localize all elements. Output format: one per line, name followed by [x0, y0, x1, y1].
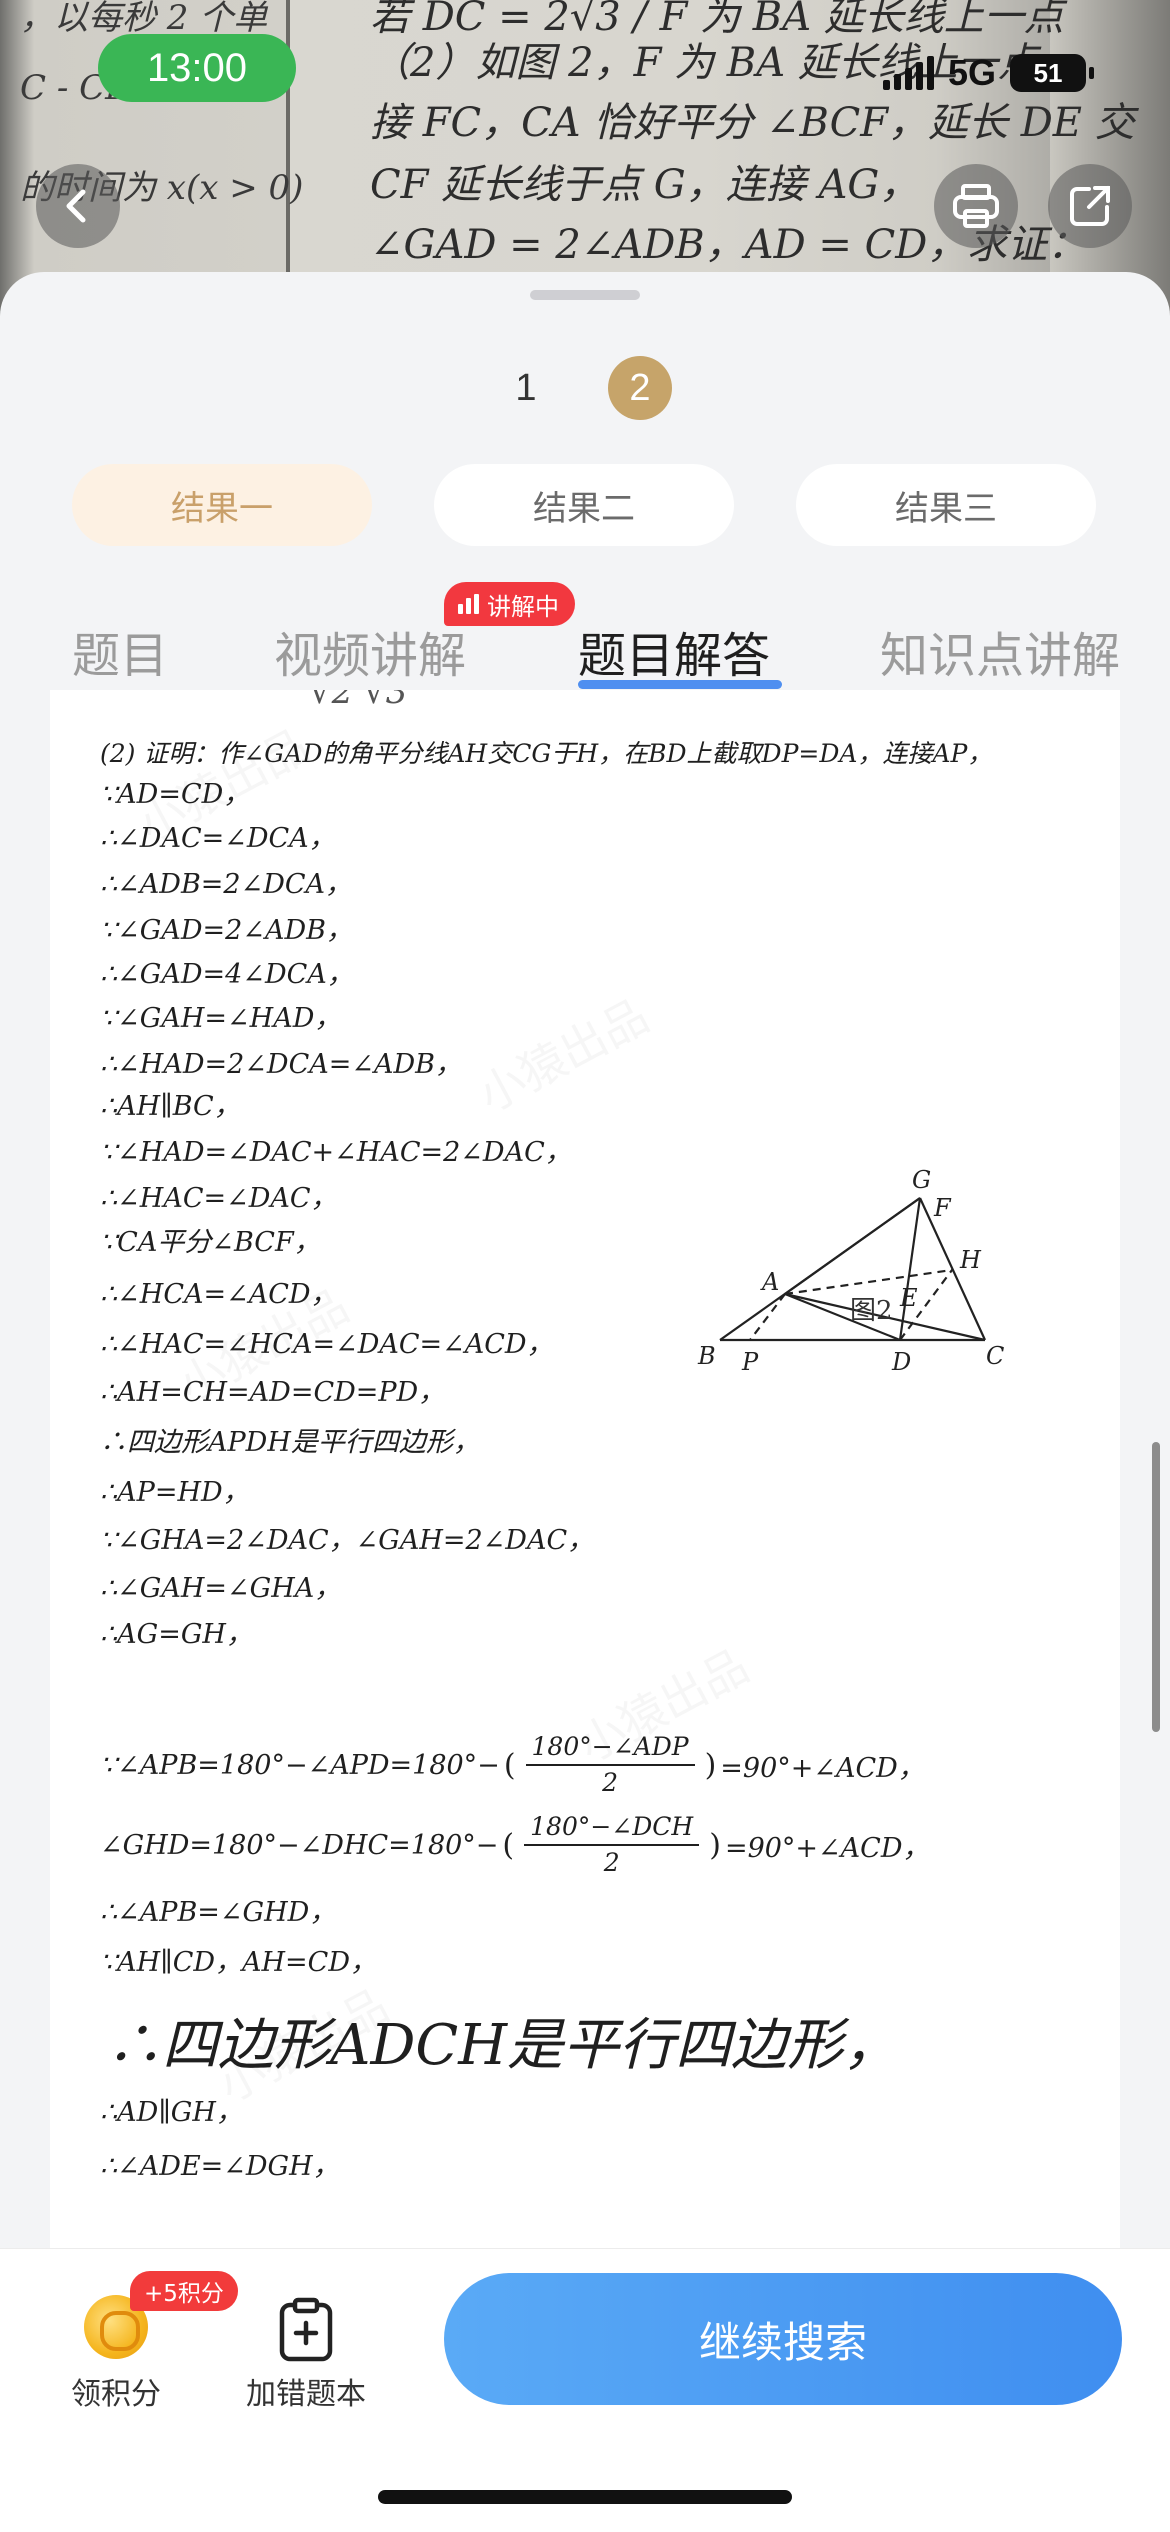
fraction-1: 180°−∠ADP 2: [525, 1730, 695, 1800]
proof-line: ∵CA平分∠BCF，: [100, 1227, 321, 1258]
point-label-d: D: [891, 1348, 911, 1376]
tab-knowledge-points[interactable]: 知识点讲解: [880, 616, 1120, 686]
proof-line: ∴AP=HD，: [100, 1477, 250, 1508]
proof-line: ∵AH∥CD，AH=CD，: [100, 1947, 377, 1978]
share-icon: [1070, 186, 1110, 226]
add-to-mistakes-button[interactable]: 加错题本: [216, 2369, 396, 2413]
point-label-a: A: [760, 1268, 779, 1296]
status-time: 13:00: [98, 34, 296, 102]
proof-line: ∴AH∥BC，: [100, 1091, 241, 1122]
point-label-c: C: [986, 1342, 1004, 1370]
tab-question[interactable]: 题目: [72, 616, 168, 686]
page-indicator: 1 2: [0, 356, 1170, 420]
tab-video-explanation[interactable]: 视频讲解: [274, 616, 466, 686]
proof-line: ∴∠HCA=∠ACD，: [100, 1279, 338, 1310]
print-button[interactable]: [934, 164, 1018, 248]
chevron-left-icon: [66, 189, 86, 223]
result-switcher: 结果一 结果二 结果三: [72, 464, 1096, 546]
geometry-figure: G F H A E B P D C: [697, 1166, 1004, 1376]
proof-line: ∵AD=CD，: [100, 779, 251, 810]
scrollbar[interactable]: [1152, 1442, 1160, 1732]
proof-line: ∴∠GAH=∠GHA，: [100, 1573, 342, 1604]
points-badge: +5积分: [130, 2271, 238, 2311]
proof-line: ∴AG=GH，: [100, 1619, 253, 1650]
proof-line-highlighted: ∴四边形ADCH是平行四边形，: [106, 2013, 900, 2078]
fraction-2-numerator: 180°−∠DCH: [524, 1810, 700, 1846]
claim-points-button[interactable]: 领积分: [26, 2369, 206, 2413]
proof-line: ∴四边形APDH是平行四边形，: [100, 1427, 480, 1458]
proof-line: ∴∠DAC=∠DCA，: [100, 823, 336, 854]
content-tabs: 讲解中 题目 视频讲解 题目解答 知识点讲解: [0, 582, 1170, 692]
live-bars-icon: [458, 594, 479, 614]
fraction-2-denominator: 2: [603, 1848, 620, 1877]
sheet-grabber[interactable]: [530, 290, 640, 300]
back-button[interactable]: [36, 164, 120, 248]
battery-icon: 51: [1010, 54, 1094, 92]
live-badge-label: 讲解中: [487, 592, 559, 621]
proof-line: ∴AD∥GH，: [100, 2097, 243, 2128]
proof-line: ∴AH=CH=AD=CD=PD，: [100, 1377, 446, 1408]
fraction-1-numerator: 180°−∠ADP: [525, 1730, 695, 1766]
point-label-p: P: [741, 1348, 759, 1376]
share-button[interactable]: [1048, 164, 1132, 248]
proof-line: ∴∠HAD=2∠DCA=∠ADB，: [100, 1049, 462, 1080]
proof-line: ∴∠ADB=2∠DCA，: [100, 869, 353, 900]
proof-line: ∵∠HAD=∠DAC+∠HAC=2∠DAC，: [100, 1137, 572, 1168]
fraction-2-suffix: =90°+∠ACD，: [724, 1832, 930, 1864]
result-1-button[interactable]: 结果一: [72, 464, 372, 546]
fraction-1-suffix: =90°+∠ACD，: [720, 1752, 925, 1784]
paren-open: (: [503, 1747, 516, 1783]
signal-icon: [882, 56, 934, 90]
paren-close: ): [704, 1747, 717, 1783]
proof-line-fraction-2: ∠GHD=180°−∠DHC=180°− ( 180°−∠DCH 2 ) =90…: [100, 1810, 929, 1880]
proof-line: ∴∠HAC=∠HCA=∠DAC=∠ACD，: [100, 1329, 554, 1360]
result-3-button[interactable]: 结果三: [796, 464, 1096, 546]
proof-line: ∵∠GHA=2∠DAC，∠GAH=2∠DAC，: [100, 1525, 595, 1556]
partial-formula: √2 √3: [310, 690, 408, 712]
page-2-button[interactable]: 2: [608, 356, 672, 420]
proof-line: ∴∠APB=∠GHD，: [100, 1897, 337, 1928]
point-label-b: B: [697, 1342, 716, 1370]
point-label-h: H: [959, 1246, 982, 1274]
figure-caption: 图2: [850, 1296, 893, 1326]
clipboard-add-icon[interactable]: [278, 2297, 334, 2363]
page-1-button[interactable]: 1: [494, 356, 558, 420]
fraction-1-prefix: ∵∠APB=180°−∠APD=180°−: [100, 1749, 500, 1781]
answer-content[interactable]: 小猿出品 小猿出品 小猿出品 小猿出品 小猿出品 √2 √3 (2) 证明：作∠…: [50, 690, 1120, 2250]
network-type: 5G: [947, 52, 996, 93]
fraction-2: 180°−∠DCH 2: [524, 1810, 700, 1880]
continue-search-button[interactable]: 继续搜索: [444, 2273, 1122, 2405]
proof-line: ∴∠GAD=4∠DCA，: [100, 959, 354, 990]
photo-text-line: 接 FC，CA 恰好平分 ∠BCF，延长 DE 交: [370, 100, 1135, 146]
proof-line: ∵∠GAD=2∠ADB，: [100, 915, 353, 946]
home-indicator[interactable]: [378, 2490, 792, 2504]
printer-icon: [953, 184, 999, 228]
proof-line: ∴∠HAC=∠DAC，: [100, 1183, 338, 1214]
point-label-f: F: [933, 1194, 952, 1222]
proof-line: ∴∠ADE=∠DGH，: [100, 2151, 340, 2182]
active-tab-indicator: [578, 680, 782, 689]
status-indicators: 5G 51: [882, 52, 1094, 94]
watermark: 小猿出品: [465, 981, 658, 1126]
point-label-e: E: [899, 1284, 918, 1312]
photo-text-line: CF 延长线于点 G，连接 AG，: [370, 162, 920, 208]
result-sheet: 1 2 结果一 结果二 结果三 讲解中 题目 视频讲解 题目解答 知识点讲解 小…: [0, 272, 1170, 2532]
result-2-button[interactable]: 结果二: [434, 464, 734, 546]
proof-line: ∵∠GAH=∠HAD，: [100, 1003, 342, 1034]
proof-line-fraction-1: ∵∠APB=180°−∠APD=180°− ( 180°−∠ADP 2 ) =9…: [100, 1730, 925, 1800]
point-label-g: G: [912, 1166, 931, 1194]
proof-intro-line: (2) 证明：作∠GAD的角平分线AH交CG于H，在BD上截取DP=DA，连接A…: [100, 739, 993, 768]
fraction-2-prefix: ∠GHD=180°−∠DHC=180°−: [100, 1829, 499, 1861]
paren-open: (: [502, 1827, 515, 1863]
fraction-1-denominator: 2: [602, 1768, 618, 1797]
paren-close: ): [709, 1827, 721, 1863]
tab-answer[interactable]: 题目解答: [578, 616, 770, 686]
